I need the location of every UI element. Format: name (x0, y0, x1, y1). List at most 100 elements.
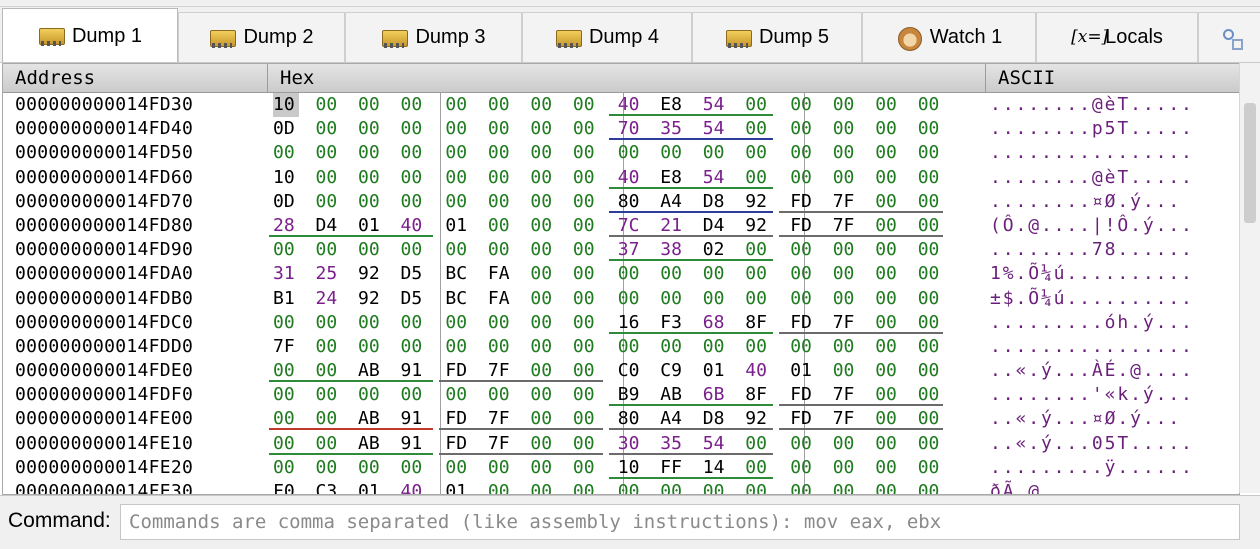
hex-byte[interactable]: 00 (316, 190, 342, 214)
hex-byte[interactable]: 00 (573, 335, 599, 359)
hex-byte[interactable]: 40 (745, 359, 771, 383)
hex-byte[interactable]: 00 (358, 383, 384, 407)
hex-byte[interactable]: 00 (530, 480, 556, 494)
row-ascii[interactable]: ..«.ý...ÀÉ.@.... (990, 359, 1194, 383)
hex-byte[interactable]: 00 (745, 287, 771, 311)
hex-byte[interactable]: 00 (358, 311, 384, 335)
hex-byte[interactable]: 00 (875, 262, 901, 286)
hex-byte[interactable]: 00 (918, 93, 944, 117)
hex-byte[interactable]: 00 (401, 117, 427, 141)
hex-byte[interactable]: 00 (875, 335, 901, 359)
row-address[interactable]: 000000000014FDC0 (15, 311, 193, 335)
row-address[interactable]: 000000000014FD30 (15, 93, 193, 117)
hex-byte[interactable]: 92 (358, 287, 384, 311)
hex-byte[interactable]: 00 (703, 262, 729, 286)
hex-byte[interactable]: 00 (358, 141, 384, 165)
hex-byte[interactable]: 00 (488, 93, 514, 117)
hex-byte[interactable]: 00 (918, 238, 944, 262)
hex-byte[interactable]: 00 (488, 141, 514, 165)
dump-row[interactable]: 000000000014FE20 00 00 00 00 00 00 00 00 10 FF 14 00… (3, 456, 1239, 480)
row-ascii[interactable]: .........óh.ý... (990, 311, 1194, 335)
hex-byte[interactable]: 00 (875, 359, 901, 383)
hex-byte[interactable]: 00 (618, 141, 644, 165)
hex-byte[interactable]: 00 (488, 311, 514, 335)
hex-byte[interactable]: 00 (316, 383, 342, 407)
row-address[interactable]: 000000000014FD40 (15, 117, 193, 141)
hex-byte[interactable]: 00 (530, 117, 556, 141)
hex-byte[interactable]: 00 (875, 93, 901, 117)
hex-byte[interactable]: D5 (401, 287, 427, 311)
hex-byte[interactable]: 00 (445, 141, 471, 165)
row-ascii[interactable]: ........78...... (990, 238, 1194, 262)
tab-watch-1[interactable]: Watch 1 (862, 12, 1036, 62)
hex-byte[interactable]: FA (488, 262, 514, 286)
row-ascii[interactable]: ðÃ.@............ (990, 480, 1194, 494)
hex-byte[interactable]: 00 (488, 166, 514, 190)
hex-byte[interactable]: 00 (918, 117, 944, 141)
hex-byte[interactable]: 00 (833, 117, 859, 141)
hex-byte[interactable]: 00 (445, 166, 471, 190)
hex-byte[interactable]: 00 (573, 383, 599, 407)
hex-byte[interactable]: 00 (833, 287, 859, 311)
hex-byte[interactable]: 00 (316, 166, 342, 190)
dump-row[interactable]: 000000000014FDD0 7F 00 00 00 00 00 00 00 00 00 00 00… (3, 335, 1239, 359)
row-address[interactable]: 000000000014FDA0 (15, 262, 193, 286)
row-address[interactable]: 000000000014FD60 (15, 166, 193, 190)
row-ascii[interactable]: ........p5T..... (990, 117, 1194, 141)
hex-byte[interactable]: C3 (316, 480, 342, 494)
hex-byte[interactable]: 7F (273, 335, 299, 359)
dump-row[interactable]: 000000000014FD50 00 00 00 00 00 00 00 00 00 00 00 00… (3, 141, 1239, 165)
hex-byte[interactable]: BC (445, 287, 471, 311)
scrollbar-thumb[interactable] (1244, 103, 1256, 223)
dump-row[interactable]: 000000000014FE30 F0 C3 01 40 01 00 00 00 00 00 00 00… (3, 480, 1239, 494)
hex-byte[interactable]: 00 (530, 456, 556, 480)
address-column-header[interactable]: Address (3, 64, 268, 92)
row-address[interactable]: 000000000014FDD0 (15, 335, 193, 359)
hex-column-header[interactable]: Hex (268, 64, 986, 92)
hex-byte[interactable]: 00 (918, 456, 944, 480)
vertical-scrollbar[interactable] (1239, 63, 1260, 493)
hex-byte[interactable]: 00 (790, 141, 816, 165)
hex-byte[interactable]: 00 (488, 335, 514, 359)
hex-byte[interactable]: 00 (530, 287, 556, 311)
hex-byte[interactable]: 00 (875, 287, 901, 311)
row-address[interactable]: 000000000014FD90 (15, 238, 193, 262)
hex-byte[interactable]: 00 (790, 456, 816, 480)
hex-byte[interactable]: 01 (358, 480, 384, 494)
dump-row[interactable]: 000000000014FDB0 B1 24 92 D5 BC FA 00 00 00 00 00 00… (3, 287, 1239, 311)
hex-byte[interactable]: 00 (530, 311, 556, 335)
hex-byte[interactable]: 00 (660, 287, 686, 311)
hex-byte[interactable]: 00 (660, 480, 686, 494)
hex-byte[interactable]: 00 (530, 383, 556, 407)
dump-row[interactable]: 000000000014FD90 00 00 00 00 00 00 00 00 37 38 02 00… (3, 238, 1239, 262)
hex-byte[interactable]: 00 (316, 335, 342, 359)
hex-byte[interactable]: 00 (358, 166, 384, 190)
hex-byte[interactable]: 00 (660, 141, 686, 165)
hex-byte[interactable]: 00 (875, 166, 901, 190)
row-ascii[interactable]: ................ (990, 335, 1194, 359)
row-address[interactable]: 000000000014FD80 (15, 214, 193, 238)
hex-byte[interactable]: 00 (316, 311, 342, 335)
hex-byte[interactable]: 00 (660, 335, 686, 359)
hex-byte[interactable]: 00 (530, 141, 556, 165)
hex-byte[interactable]: 00 (573, 311, 599, 335)
hex-byte[interactable]: 00 (401, 93, 427, 117)
hex-byte[interactable]: 00 (703, 480, 729, 494)
hex-byte[interactable]: 00 (445, 93, 471, 117)
dump-row[interactable]: 000000000014FD70 0D 00 00 00 00 00 00 00 80 A4 D8 92… (3, 190, 1239, 214)
row-ascii[interactable]: ........'«k.ý... (990, 383, 1194, 407)
hex-byte[interactable]: 00 (833, 432, 859, 456)
hex-byte[interactable]: 00 (273, 238, 299, 262)
row-address[interactable]: 000000000014FE30 (15, 480, 193, 494)
row-ascii[interactable]: (Ô.@....|!Ô.ý... (990, 214, 1194, 238)
hex-byte[interactable]: 00 (573, 166, 599, 190)
hex-byte[interactable]: 00 (401, 335, 427, 359)
hex-byte[interactable]: 00 (833, 93, 859, 117)
hex-byte[interactable]: 00 (618, 480, 644, 494)
hex-byte[interactable]: 00 (401, 456, 427, 480)
row-ascii[interactable]: .........ÿ...... (990, 456, 1194, 480)
hex-byte[interactable]: 00 (833, 359, 859, 383)
dump-view[interactable]: Address Hex ASCII 000000000014FD30 10 00 00… (2, 63, 1240, 495)
row-ascii[interactable]: ........¤Ø.ý... (990, 190, 1181, 214)
hex-byte[interactable]: 00 (573, 117, 599, 141)
